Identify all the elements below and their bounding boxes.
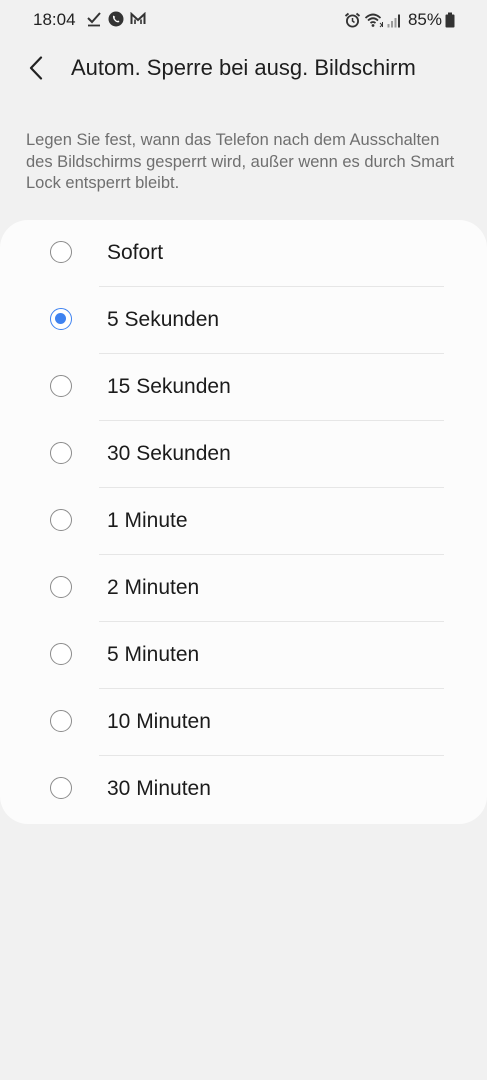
page-title: Autom. Sperre bei ausg. Bildschirm: [71, 55, 416, 80]
radio-button[interactable]: [50, 442, 72, 464]
option-5-minuten[interactable]: 5 Minuten: [0, 622, 487, 689]
option-1-minute[interactable]: 1 Minute: [0, 488, 487, 555]
radio-button[interactable]: [50, 241, 72, 263]
description-text: Legen Sie fest, wann das Telefon nach de…: [26, 131, 455, 192]
option-label: 10 Minuten: [107, 710, 211, 733]
back-button[interactable]: [20, 52, 52, 84]
option-label: 30 Sekunden: [107, 442, 231, 465]
battery-percentage: 85%: [407, 10, 442, 29]
option-30-sekunden[interactable]: 30 Sekunden: [0, 421, 487, 488]
option-sofort[interactable]: Sofort: [0, 220, 487, 287]
status-left-icons: [86, 11, 146, 27]
radio-button[interactable]: [50, 576, 72, 598]
alarm-icon: [344, 12, 361, 28]
radio-button[interactable]: [50, 509, 72, 531]
option-label: 5 Sekunden: [107, 308, 220, 331]
option-30-minuten[interactable]: 30 Minuten: [0, 756, 487, 823]
status-right-icons: 85%: [344, 10, 455, 30]
chevron-left-icon: [29, 56, 43, 80]
radio-button[interactable]: [50, 375, 72, 397]
battery-icon: [445, 12, 455, 28]
mail-m-icon: [130, 12, 146, 26]
status-time: 18:04: [33, 10, 76, 29]
options-card: Sofort 5 Sekunden 15 Sekunden 30 Sekunde…: [0, 220, 487, 824]
option-15-sekunden[interactable]: 15 Sekunden: [0, 354, 487, 421]
option-label: 5 Minuten: [107, 643, 200, 666]
radio-button[interactable]: [50, 777, 72, 799]
radio-button[interactable]: [50, 308, 72, 330]
check-icon: [86, 11, 102, 27]
phone-call-icon: [108, 11, 124, 27]
option-label: Sofort: [107, 241, 164, 264]
option-label: 30 Minuten: [107, 777, 211, 800]
radio-button[interactable]: [50, 710, 72, 732]
status-bar: 18:04 85%: [0, 0, 487, 40]
option-label: 15 Sekunden: [107, 375, 231, 398]
radio-button[interactable]: [50, 643, 72, 665]
option-label: 1 Minute: [107, 509, 188, 532]
signal-icon: [387, 13, 401, 28]
option-label: 2 Minuten: [107, 576, 200, 599]
option-5-sekunden[interactable]: 5 Sekunden: [0, 287, 487, 354]
app-header: Autom. Sperre bei ausg. Bildschirm: [0, 40, 487, 100]
option-10-minuten[interactable]: 10 Minuten: [0, 689, 487, 756]
option-2-minuten[interactable]: 2 Minuten: [0, 555, 487, 622]
wifi-icon: [364, 12, 384, 28]
